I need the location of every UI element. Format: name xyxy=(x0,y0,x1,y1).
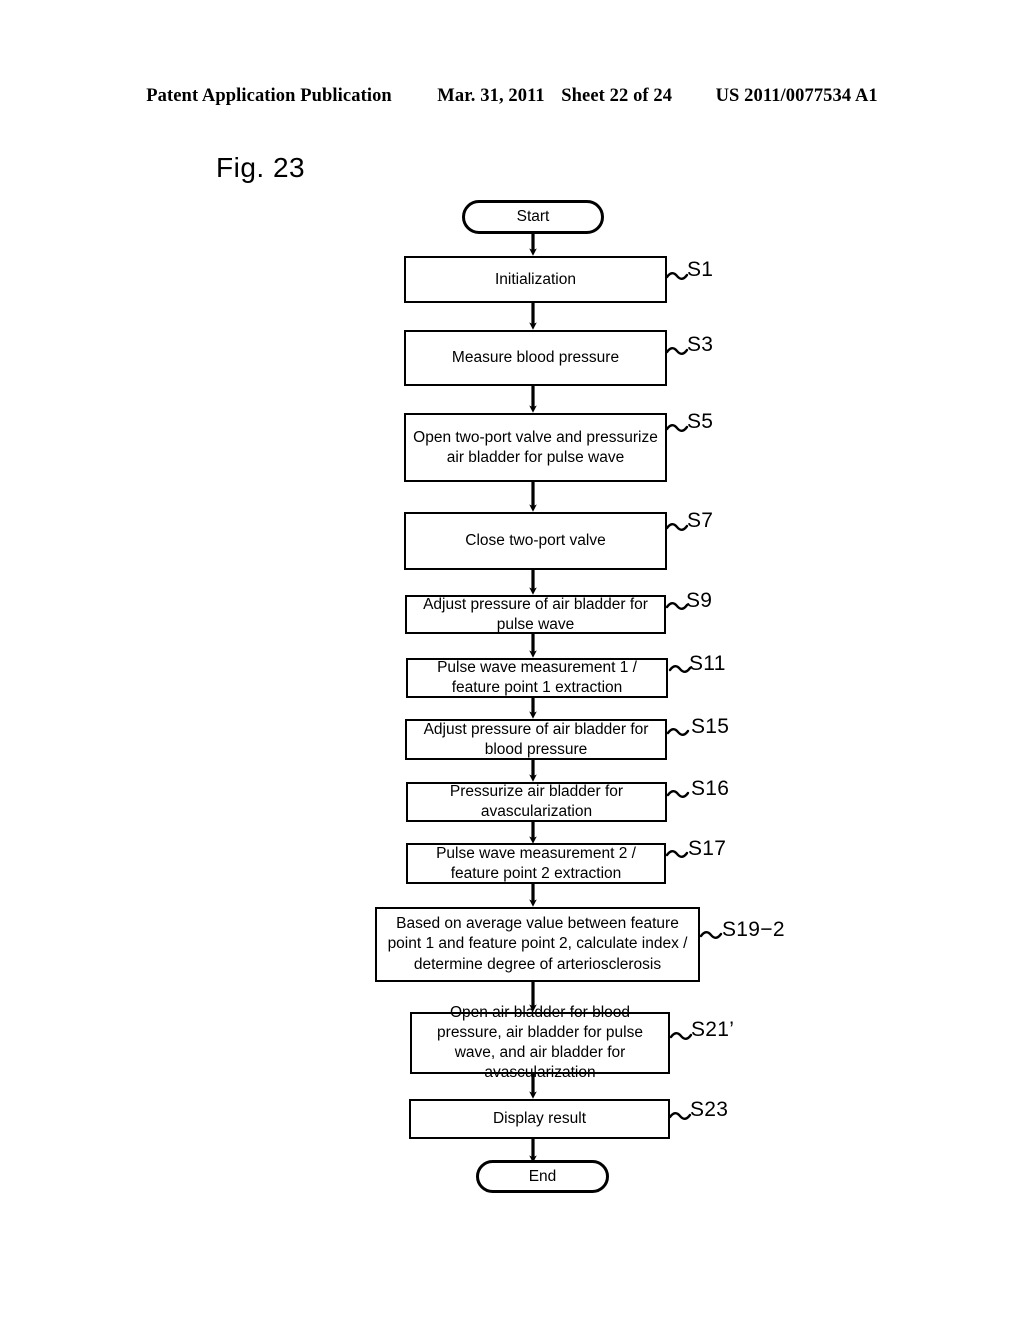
flow-node-s9-label: Adjust pressure of air bladder for pulse… xyxy=(423,595,648,633)
step-label-s5: S5 xyxy=(687,410,714,433)
step-label-s11: S11 xyxy=(689,652,726,675)
flow-node-end-label: End xyxy=(528,1167,557,1185)
flow-node-start: Start xyxy=(462,200,604,234)
flow-node-s7-label: Close two-port valve xyxy=(465,532,606,550)
flow-node-s23-label: Display result xyxy=(492,1110,587,1128)
step-label-s17: S17 xyxy=(688,837,727,860)
flow-node-s3-label: Measure blood pressure xyxy=(451,349,620,367)
flow-node-s9: Adjust pressure of air bladder for pulse… xyxy=(405,595,666,634)
flow-node-s23: Display result xyxy=(409,1099,670,1139)
flow-node-s1: Initialization xyxy=(404,256,667,303)
flow-node-s1-label: Initialization xyxy=(495,270,576,288)
flow-node-s21-prime-label: Open air bladder for blood pressure, air… xyxy=(437,1004,643,1081)
flow-node-s16: Pressurize air bladder for avascularizat… xyxy=(406,782,667,822)
flow-node-s15: Adjust pressure of air bladder for blood… xyxy=(405,719,667,760)
flow-node-s5: Open two-port valve and pressurize air b… xyxy=(404,413,667,482)
flow-node-s11: Pulse wave measurement 1 / feature point… xyxy=(406,658,668,698)
step-label-s21-prime: S21’ xyxy=(691,1018,735,1041)
flow-node-end: End xyxy=(476,1160,609,1193)
flowchart-diagram: Start Initialization S1 Measure blood pr… xyxy=(0,0,1024,1320)
flow-node-s17-label: Pulse wave measurement 2 / feature point… xyxy=(436,844,636,882)
flow-node-s17: Pulse wave measurement 2 / feature point… xyxy=(406,843,666,884)
flow-node-s19-2: Based on average value between feature p… xyxy=(375,907,700,982)
step-label-s7: S7 xyxy=(687,509,714,532)
flow-node-s19-2-label: Based on average value between feature p… xyxy=(387,915,688,973)
flow-node-s7: Close two-port valve xyxy=(404,512,667,570)
step-label-s23: S23 xyxy=(690,1098,729,1121)
flow-node-s3: Measure blood pressure xyxy=(404,330,667,386)
flow-node-s15-label: Adjust pressure of air bladder for blood… xyxy=(423,720,649,758)
step-label-s1: S1 xyxy=(687,258,714,281)
step-label-s19-2: S19−2 xyxy=(722,918,785,941)
step-label-s9: S9 xyxy=(686,589,713,612)
flow-node-s5-label: Open two-port valve and pressurize air b… xyxy=(413,428,658,466)
flow-node-s16-label: Pressurize air bladder for avascularizat… xyxy=(449,783,624,820)
step-label-s15: S15 xyxy=(691,715,730,738)
flow-node-s21-prime: Open air bladder for blood pressure, air… xyxy=(410,1004,670,1081)
flow-node-s11-label: Pulse wave measurement 1 / feature point… xyxy=(437,659,637,696)
step-label-s16: S16 xyxy=(691,777,730,800)
step-label-s3: S3 xyxy=(687,333,714,356)
flow-node-start-label: Start xyxy=(516,208,550,226)
